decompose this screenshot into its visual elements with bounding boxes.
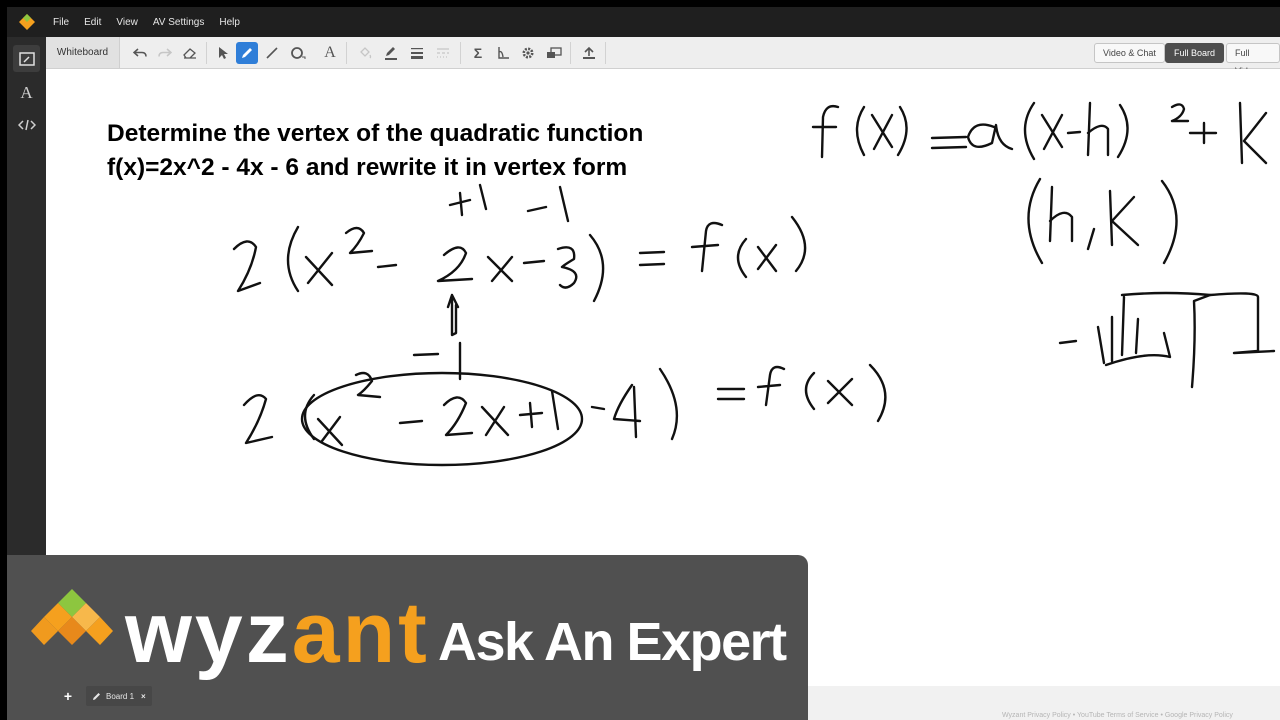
ink-step2-equation — [242, 363, 887, 467]
menu-file[interactable]: File — [53, 17, 69, 28]
footer-links: Wyzant Privacy Policy • YouTube Terms of… — [1002, 712, 1233, 719]
ink-step1-equation — [232, 215, 807, 303]
full-video-button[interactable]: Full Video — [1226, 43, 1280, 76]
brand-suffix: ant — [291, 585, 430, 681]
select-pointer-icon[interactable] — [212, 42, 234, 64]
settings-gear-icon[interactable] — [517, 42, 539, 64]
math-sigma-icon[interactable]: Σ — [467, 42, 489, 64]
ink-up-arrow — [446, 293, 460, 337]
redo-icon[interactable] — [154, 42, 176, 64]
whiteboard-toolbar: Whiteboard A Σ Video & Chat Full Board F… — [46, 37, 1280, 76]
line-style-icon[interactable] — [432, 42, 454, 64]
youtube-terms-link[interactable]: YouTube Terms of Service — [1077, 712, 1158, 719]
menu-view[interactable]: View — [116, 17, 138, 28]
board-tab-label: Board 1 — [106, 691, 135, 701]
ink-step1-annotation — [448, 183, 570, 223]
main-menu: File Edit View AV Settings Help — [53, 7, 255, 37]
tab-whiteboard[interactable]: Whiteboard — [46, 37, 120, 68]
app-window: File Edit View AV Settings Help A Whiteb… — [0, 0, 1280, 720]
graph-axis-icon[interactable] — [492, 42, 514, 64]
add-board-button[interactable]: + — [60, 688, 76, 704]
toolbar-divider — [570, 42, 571, 64]
full-board-button[interactable]: Full Board — [1165, 43, 1225, 63]
undo-icon[interactable] — [129, 42, 151, 64]
menu-bar: File Edit View AV Settings Help — [7, 7, 1280, 37]
google-privacy-link[interactable]: Google Privacy Policy — [1165, 712, 1233, 719]
wyzant-banner: wyzant Ask An Expert + Board 1 × — [7, 555, 808, 720]
ink-vertex-point — [1027, 177, 1178, 265]
brand-prefix: wyz — [125, 585, 292, 681]
menu-av-settings[interactable]: AV Settings — [153, 17, 205, 28]
text-tool-icon[interactable]: A — [319, 42, 341, 64]
pen-icon[interactable] — [236, 42, 258, 64]
pencil-icon — [93, 692, 100, 700]
wyzant-diamond-logo-icon — [31, 589, 113, 645]
upload-icon[interactable] — [578, 42, 600, 64]
wyzant-logo-icon — [19, 14, 35, 30]
whiteboard-mode-icon[interactable] — [13, 45, 40, 72]
footer-bar: Wyzant Privacy Policy • YouTube Terms of… — [808, 686, 1280, 720]
ink-box-sketch — [1058, 291, 1276, 389]
board-tabs: + Board 1 × — [60, 686, 152, 706]
menu-help[interactable]: Help — [219, 17, 240, 28]
close-board-icon[interactable]: × — [141, 692, 146, 701]
eraser-icon[interactable] — [179, 42, 201, 64]
video-and-chat-button[interactable]: Video & Chat — [1094, 43, 1165, 63]
board-tab-1[interactable]: Board 1 × — [86, 686, 152, 706]
toolbar-divider — [605, 42, 606, 64]
ask-an-expert-tagline: Ask An Expert — [438, 612, 787, 672]
text-mode-icon[interactable]: A — [13, 79, 40, 106]
menu-edit[interactable]: Edit — [84, 17, 101, 28]
fill-bucket-icon[interactable] — [354, 42, 376, 64]
wyzant-wordmark: wyzant — [125, 583, 430, 683]
privacy-policy-link[interactable]: Wyzant Privacy Policy — [1002, 712, 1071, 719]
toolbar-divider — [460, 42, 461, 64]
ink-vertex-form-formula — [811, 101, 1268, 165]
line-weight-icon[interactable] — [406, 42, 428, 64]
toolbar-divider — [206, 42, 207, 64]
code-mode-icon[interactable] — [13, 111, 40, 138]
toolbar-divider — [346, 42, 347, 64]
line-icon[interactable] — [261, 42, 283, 64]
color-pen-icon[interactable] — [380, 42, 402, 64]
screen-share-icon[interactable] — [543, 42, 565, 64]
shape-circle-icon[interactable] — [287, 42, 309, 64]
